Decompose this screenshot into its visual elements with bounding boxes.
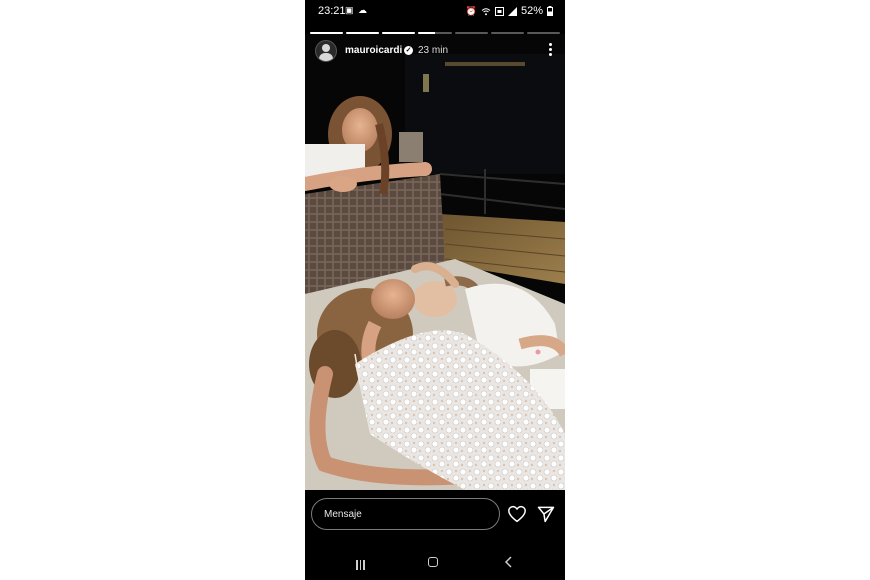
battery-level: 52% <box>520 5 543 17</box>
reply-bar <box>305 490 565 540</box>
sim-icon <box>494 6 504 16</box>
battery-icon <box>547 6 553 16</box>
story-progress-segment <box>382 32 416 34</box>
story-progress-segment <box>310 32 344 34</box>
story-time-ago: 23 min <box>418 45 449 56</box>
recents-icon[interactable] <box>356 557 368 570</box>
story-progress-segment <box>454 32 488 34</box>
story-image <box>305 34 565 490</box>
signal-icon <box>507 6 517 16</box>
system-nav-bar <box>305 540 565 580</box>
story-progress-segment <box>346 32 380 34</box>
cloud-icon: ☁ <box>358 5 369 15</box>
story-header: mauroicardi ✓ 23 min <box>305 38 565 66</box>
message-input[interactable] <box>311 498 500 530</box>
story-progress-segment <box>418 32 452 34</box>
heart-icon[interactable] <box>507 505 527 523</box>
status-time: 23:21 <box>318 5 346 17</box>
back-icon[interactable] <box>503 556 515 568</box>
phone-screen: 23:21 ▣ ☁ ⏰ 52% mauroicardi ✓ 23 min Men… <box>305 0 565 580</box>
send-icon[interactable] <box>536 504 556 524</box>
image-icon: ▣ <box>345 5 355 15</box>
notification-icons: ▣ ☁ <box>345 5 368 16</box>
username[interactable]: mauroicardi <box>345 45 402 56</box>
status-right: ⏰ 52% <box>466 5 553 17</box>
story-progress <box>310 32 560 34</box>
story-progress-segment <box>526 32 560 34</box>
wifi-icon <box>481 7 491 15</box>
more-vertical-icon[interactable] <box>547 42 553 58</box>
verified-badge-icon: ✓ <box>404 46 413 55</box>
story-photo[interactable] <box>305 34 565 490</box>
avatar[interactable] <box>315 40 337 62</box>
home-icon[interactable] <box>428 557 438 567</box>
alarm-icon: ⏰ <box>465 5 477 16</box>
status-bar: 23:21 ▣ ☁ ⏰ 52% <box>305 0 565 22</box>
story-progress-segment <box>490 32 524 34</box>
